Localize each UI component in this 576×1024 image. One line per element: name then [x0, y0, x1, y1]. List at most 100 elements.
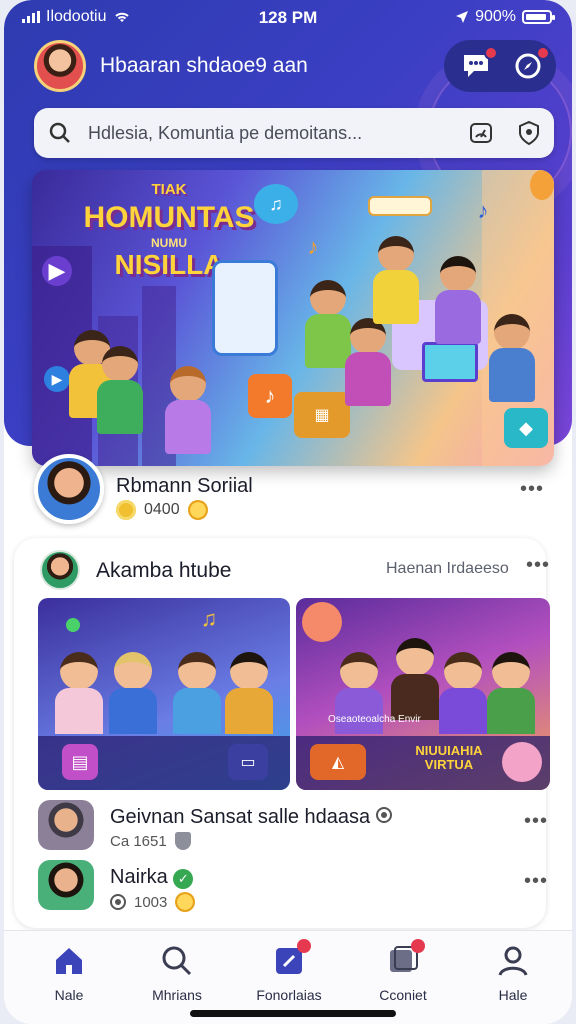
group-avatar[interactable] — [40, 550, 80, 590]
sparkle-icon — [66, 618, 80, 632]
character-thumb — [502, 742, 542, 782]
group-card: Akamba htube Haenan Irdaeeso ••• ♫ ▤ ▭ O… — [14, 538, 550, 928]
featured-avatar[interactable] — [34, 454, 104, 524]
list-item-name-text: Nairka — [110, 866, 168, 888]
laptop-shape — [422, 342, 478, 382]
thumbnail-title-line2: VIRTUA — [424, 757, 474, 773]
music-note-icon: ♪ — [307, 234, 319, 259]
sun-badge-icon — [116, 500, 136, 520]
tablet-shape — [212, 260, 278, 356]
chat-notification-badge — [484, 46, 498, 60]
status-right: 900% — [455, 8, 555, 26]
featured-more-button[interactable]: ••• — [520, 478, 544, 501]
chat-button[interactable] — [458, 46, 498, 84]
nav-label-bookmarks: Fonorlaias — [256, 987, 322, 1003]
search-icon — [157, 941, 197, 981]
shield-badge-icon — [174, 832, 191, 850]
explore-button[interactable] — [510, 46, 550, 84]
search-input[interactable] — [88, 108, 458, 158]
app-screen: Ilodootiu 128 PM 900% Hbaaran shdaoe9 aa… — [4, 0, 572, 1024]
music-note-icon: ♫ — [200, 606, 218, 631]
character-illustration — [435, 256, 481, 344]
media-thumbnail[interactable]: Oseaoteoalcha Envir ◭ NIUUIAHIA VIRTUA — [296, 598, 550, 790]
nav-item-home[interactable]: Nale — [14, 941, 124, 1003]
list-item[interactable]: Geivnan Sansat salle hdaasa Ca 1651 ••• — [38, 800, 548, 856]
character-illustration — [55, 652, 103, 734]
nav-item-profile[interactable]: Hale — [458, 941, 568, 1003]
profile-icon — [493, 941, 533, 981]
character-illustration — [487, 652, 535, 734]
character-illustration — [373, 236, 419, 324]
cube-icon: ◆ — [504, 408, 548, 448]
play-icon: ▶ — [44, 366, 70, 392]
nav-item-search[interactable]: Mhrians — [122, 941, 232, 1003]
list-item-name-text: Geivnan Sansat salle hdaasa — [110, 806, 371, 828]
list-item-meta-text: Ca 1651 — [110, 832, 167, 850]
gauge-icon[interactable] — [468, 120, 494, 146]
nav-label-messages: Cconiet — [379, 987, 427, 1003]
greeting-text: Hbaaran shdaoe9 aan — [100, 54, 308, 77]
list-item-more-button[interactable]: ••• — [524, 870, 548, 893]
featured-meta: 0400 — [116, 500, 208, 520]
group-more-button[interactable]: ••• — [526, 554, 550, 577]
music-note-icon: ♪ — [248, 374, 292, 418]
nav-label-home: Nale — [54, 987, 84, 1003]
featured-points: 0400 — [144, 501, 180, 518]
screen-icon: ▭ — [228, 744, 268, 780]
box-icon: ▦ — [294, 392, 350, 438]
nav-item-messages[interactable]: Cconiet — [348, 939, 458, 1003]
balloon-shape — [302, 602, 342, 642]
character-illustration — [225, 652, 273, 734]
list-item-avatar — [38, 860, 94, 910]
character-illustration — [391, 638, 439, 720]
status-ring-icon — [110, 894, 126, 910]
list-item-meta-text: 1003 — [134, 893, 168, 911]
hero-title-line1: TIAK — [151, 181, 187, 198]
battery-icon — [522, 10, 555, 24]
character-illustration — [345, 318, 391, 406]
character-illustration — [489, 314, 535, 402]
home-icon — [49, 941, 89, 981]
message-chip-shape — [368, 196, 432, 216]
nav-item-bookmarks[interactable]: Fonorlaias — [234, 939, 344, 1003]
media-thumbnail[interactable]: ♫ ▤ ▭ — [38, 598, 290, 790]
character-illustration — [439, 652, 487, 734]
list-item-name: Nairka ✓ — [110, 866, 194, 889]
nav-label-search: Mhrians — [152, 987, 202, 1003]
home-indicator[interactable] — [190, 1010, 396, 1017]
thumbnail-strip: ◭ NIUUIAHIA VIRTUA — [296, 736, 550, 790]
explore-notification-badge — [536, 46, 550, 60]
list-item-meta: Ca 1651 — [110, 832, 191, 850]
thumbnail-strip: ▤ ▭ — [38, 736, 290, 790]
speaker-icon: ▤ — [62, 744, 98, 780]
list-item-avatar — [38, 800, 94, 850]
character-illustration — [165, 366, 211, 454]
search-icon — [49, 122, 70, 143]
list-item-meta: 1003 — [110, 892, 196, 912]
hero-banner[interactable]: TIAK HOMUNTAS NUMU NISILLA ▶ ▶ ♫ ♪ ▦ ♪ ♪… — [32, 170, 554, 466]
group-subtitle: Haenan Irdaeeso — [386, 560, 509, 577]
shield-icon[interactable] — [516, 120, 542, 146]
music-note-icon: ♪ — [477, 198, 489, 223]
thumbnail-title-line1: NIUUIAHIA — [415, 743, 483, 758]
coin-icon — [187, 500, 208, 520]
battery-percent: 900% — [475, 8, 516, 25]
header-actions — [444, 40, 556, 92]
character-illustration — [97, 346, 143, 434]
list-item-name: Geivnan Sansat salle hdaasa — [110, 806, 392, 829]
list-item[interactable]: Nairka ✓ 1003 ••• — [38, 860, 548, 916]
balloon-shape — [530, 170, 554, 200]
user-avatar[interactable] — [34, 40, 86, 92]
notification-badge — [411, 939, 425, 953]
verified-ring-icon — [375, 807, 392, 823]
coin-icon — [175, 892, 196, 912]
search-bar[interactable] — [34, 108, 554, 158]
thumbnail-caption: Oseaoteoalcha Envir — [328, 714, 421, 725]
messages-icon — [383, 939, 425, 981]
list-item-more-button[interactable]: ••• — [524, 810, 548, 833]
nav-label-profile: Hale — [498, 987, 528, 1003]
featured-name[interactable]: Rbmann Soriial — [116, 475, 253, 498]
bookmark-icon — [269, 939, 311, 981]
group-title[interactable]: Akamba htube — [96, 559, 231, 583]
hero-title-line2: HOMUNTAS — [83, 201, 255, 234]
